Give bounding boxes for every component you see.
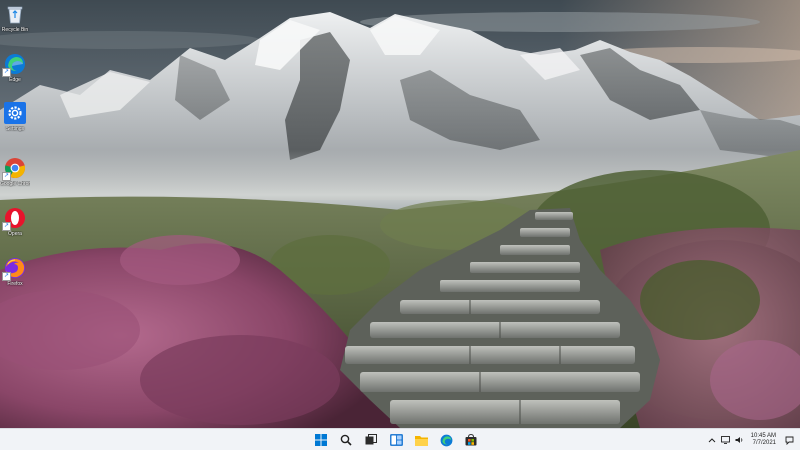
chrome-icon: ↗ xyxy=(2,156,27,181)
start-icon xyxy=(315,434,327,446)
wallpaper xyxy=(0,0,800,428)
desktop-icon-settings[interactable]: Settings xyxy=(0,101,30,132)
desktop-icon-label: Google Chrome xyxy=(0,181,30,187)
network-button[interactable] xyxy=(721,434,731,446)
desktop-icon-firefox[interactable]: ↗ Firefox xyxy=(0,256,30,287)
firefox-icon: ↗ xyxy=(2,256,27,281)
system-tray: 10:45 AM 7/7/2021 xyxy=(707,430,794,450)
desktop-icon-recycle-bin[interactable]: Recycle Bin xyxy=(0,2,30,33)
file-explorer-button[interactable] xyxy=(412,431,430,449)
widgets-button[interactable] xyxy=(387,431,405,449)
desktop: Recycle Bin ↗ Edge Settings ↗ Google Chr… xyxy=(0,0,800,450)
task-view-button[interactable] xyxy=(362,431,380,449)
settings-icon xyxy=(3,101,27,125)
edge-icon xyxy=(440,434,452,446)
chat-bubble-icon xyxy=(785,436,793,445)
desktop-icon-label: Opera xyxy=(8,231,22,237)
desktop-icon-label: Edge xyxy=(9,77,21,83)
clock[interactable]: 10:45 AM 7/7/2021 xyxy=(751,433,776,447)
store-icon xyxy=(465,434,477,446)
start-button[interactable] xyxy=(312,431,330,449)
edge-taskbar-button[interactable] xyxy=(437,431,455,449)
shortcut-arrow-icon: ↗ xyxy=(2,68,11,77)
notification-button[interactable] xyxy=(784,434,794,446)
tray-overflow-button[interactable] xyxy=(707,434,717,446)
desktop-icon-label: Firefox xyxy=(7,281,23,287)
shortcut-arrow-icon: ↗ xyxy=(2,272,11,281)
taskbar: 10:45 AM 7/7/2021 xyxy=(0,428,800,450)
volume-button[interactable] xyxy=(735,434,745,446)
desktop-icon-chrome[interactable]: ↗ Google Chrome xyxy=(0,156,30,187)
taskbar-apps xyxy=(312,431,480,449)
search-button[interactable] xyxy=(337,431,355,449)
chevron-up-icon xyxy=(708,438,715,443)
widgets-icon xyxy=(389,434,403,446)
search-icon xyxy=(340,434,352,446)
desktop-icon-edge[interactable]: ↗ Edge xyxy=(0,52,30,83)
opera-icon: ↗ xyxy=(2,206,27,231)
speaker-icon xyxy=(735,437,743,443)
shortcut-arrow-icon: ↗ xyxy=(2,222,11,231)
shortcut-arrow-icon: ↗ xyxy=(2,172,11,181)
recycle-bin-icon xyxy=(3,2,27,26)
desktop-icon-opera[interactable]: ↗ Opera xyxy=(0,206,30,237)
task-view-icon xyxy=(365,434,377,445)
clock-time: 10:45 AM xyxy=(750,433,776,439)
file-explorer-icon xyxy=(414,435,428,446)
desktop-icon-label: Settings xyxy=(5,126,25,132)
edge-icon: ↗ xyxy=(2,52,27,77)
store-button[interactable] xyxy=(462,431,480,449)
clock-date: 7/7/2021 xyxy=(752,440,776,446)
monitor-icon xyxy=(721,436,731,444)
desktop-icon-label: Recycle Bin xyxy=(1,27,29,33)
